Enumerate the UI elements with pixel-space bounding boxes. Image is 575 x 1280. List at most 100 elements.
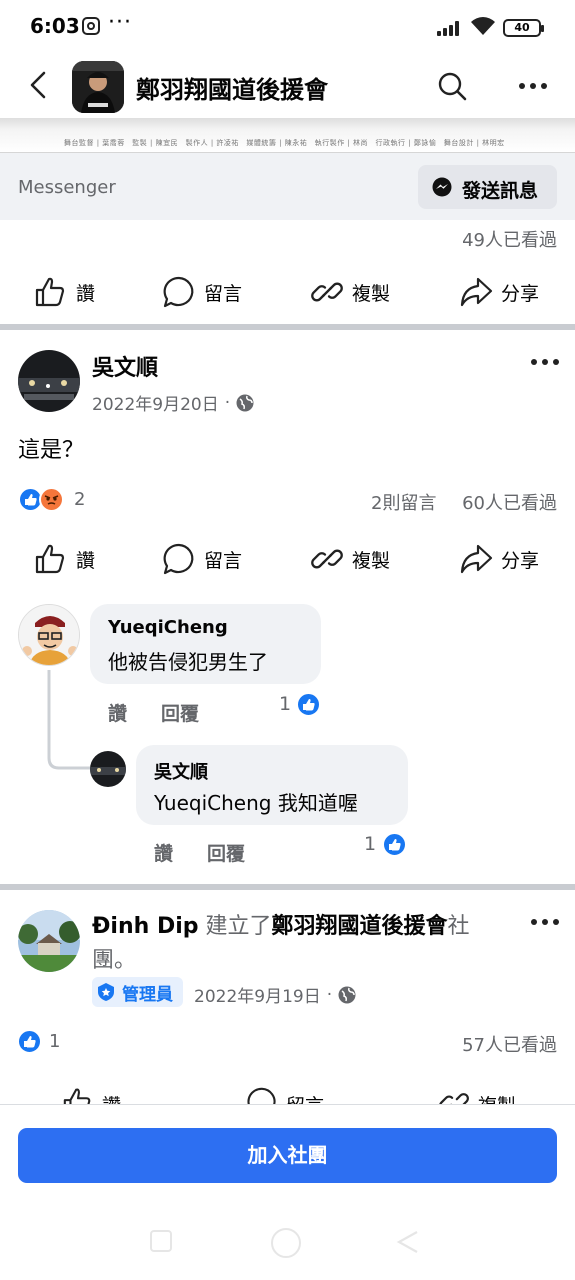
- like-button[interactable]: 讚: [34, 530, 95, 588]
- link-icon: [311, 549, 343, 569]
- reaction-count[interactable]: 2: [74, 489, 85, 510]
- like-reaction-icon: [296, 692, 321, 717]
- post-more-icon[interactable]: [530, 917, 560, 927]
- reply-author[interactable]: 吳文順: [154, 758, 208, 784]
- copy-label: 複製: [478, 1091, 516, 1104]
- post-action-bar: 讚 留言 複製 分享: [0, 263, 575, 321]
- copy-label: 複製: [352, 282, 391, 305]
- like-label: 讚: [102, 1091, 121, 1104]
- post-action-bar-clipped: 讚 留言 複製: [0, 1082, 575, 1104]
- post-author-name[interactable]: 吳文順: [92, 350, 158, 382]
- status-bar: 6:03 ··· 40: [0, 0, 575, 56]
- comment-author[interactable]: YueqiCheng: [108, 617, 228, 638]
- post-author-avatar[interactable]: [18, 350, 80, 412]
- like-button[interactable]: 讚: [34, 263, 95, 321]
- comment-text: 他被告侵犯男生了: [108, 650, 268, 674]
- thumbs-up-icon: [35, 544, 65, 574]
- like-reaction-icon[interactable]: [17, 1029, 42, 1054]
- admin-badge[interactable]: 管理員: [92, 977, 183, 1007]
- post-meta: 2022年9月20日 ·: [92, 390, 254, 415]
- comment-button[interactable]: 留言: [162, 530, 242, 588]
- copy-button[interactable]: 複製: [438, 1086, 516, 1104]
- thumbs-up-icon: [63, 1088, 91, 1104]
- send-message-label: 發送訊息: [462, 180, 539, 202]
- join-group-button[interactable]: 加入社團: [18, 1128, 557, 1183]
- post-date[interactable]: 2022年9月19日: [194, 982, 321, 1007]
- post-author-avatar[interactable]: [18, 910, 80, 972]
- send-message-button[interactable]: 發送訊息: [418, 165, 557, 209]
- share-button[interactable]: 分享: [459, 530, 539, 588]
- commenter-avatar[interactable]: [18, 604, 80, 666]
- more-options-icon[interactable]: [518, 76, 548, 96]
- search-icon[interactable]: [436, 70, 468, 102]
- reply-reply-button[interactable]: 回覆: [207, 839, 245, 866]
- link-icon: [311, 282, 343, 302]
- reply-text: YueqiCheng 我知道喔: [154, 791, 358, 815]
- like-label: 讚: [76, 549, 96, 572]
- copy-button[interactable]: 複製: [310, 263, 390, 321]
- comment-like-count[interactable]: 1: [279, 693, 291, 715]
- messenger-icon: [432, 177, 452, 197]
- group-avatar[interactable]: [72, 61, 124, 113]
- recent-apps-icon[interactable]: [150, 1230, 172, 1252]
- copy-button[interactable]: 複製: [310, 530, 390, 588]
- group-title[interactable]: 鄭羽翔國道後援會: [136, 70, 328, 105]
- reply-like-button[interactable]: 讚: [154, 839, 173, 866]
- like-label: 讚: [76, 282, 96, 305]
- wifi-icon: [471, 17, 495, 35]
- battery-icon: 40: [503, 19, 544, 37]
- meta-separator: ·: [224, 392, 231, 413]
- reply-author-avatar[interactable]: [90, 751, 126, 787]
- group-created-text: Đinh Dip 建立了鄭羽翔國道後援會社: [92, 910, 492, 944]
- share-button[interactable]: 分享: [459, 263, 539, 321]
- share-label: 分享: [501, 282, 540, 305]
- post-date[interactable]: 2022年9月20日: [92, 390, 219, 415]
- post-divider: [0, 324, 575, 330]
- comment-label: 留言: [204, 549, 243, 572]
- globe-icon: [338, 986, 356, 1003]
- post-divider: [0, 884, 575, 890]
- home-icon[interactable]: [271, 1228, 301, 1258]
- reaction-summary[interactable]: [18, 487, 78, 515]
- messenger-label: Messenger: [18, 177, 116, 198]
- post-meta: 2022年9月19日 ·: [194, 982, 356, 1007]
- signal-icon: [437, 20, 463, 36]
- reply-bubble: 吳文順 YueqiCheng 我知道喔: [136, 745, 408, 825]
- copy-label: 複製: [352, 549, 391, 572]
- reply-like-count[interactable]: 1: [364, 833, 376, 855]
- angry-reaction-icon: [39, 487, 64, 512]
- globe-icon: [236, 394, 254, 411]
- link-icon: [439, 1093, 469, 1104]
- comment-like-button[interactable]: 讚: [108, 699, 127, 726]
- created-suffix: 社: [447, 914, 470, 939]
- group-name-link[interactable]: 鄭羽翔國道後援會: [272, 914, 448, 939]
- back-arrow-icon[interactable]: [24, 70, 54, 100]
- post-view-count: 57人已看過: [462, 1035, 557, 1056]
- share-arrow-icon: [460, 277, 493, 307]
- comment-button[interactable]: 留言: [246, 1086, 324, 1104]
- post-author-name[interactable]: Đinh Dip: [92, 914, 199, 939]
- comment-count[interactable]: 2則留言: [371, 489, 436, 515]
- status-time: 6:03: [30, 14, 80, 38]
- nav-back-icon[interactable]: [395, 1229, 421, 1255]
- instagram-notification-icon: [82, 17, 100, 35]
- status-more-dots: ···: [108, 10, 132, 35]
- post-more-icon[interactable]: [530, 357, 560, 367]
- like-button[interactable]: 讚: [62, 1086, 121, 1104]
- post-action-bar: 讚 留言 複製 分享: [0, 530, 575, 588]
- comment-bubble-icon: [163, 276, 194, 308]
- created-suffix-line2: 團。: [92, 948, 137, 973]
- post-view-count: 49人已看過: [462, 230, 557, 251]
- meta-separator: ·: [326, 984, 333, 1005]
- share-label: 分享: [501, 549, 540, 572]
- cover-credits: 舞台監督 | 葉喬蓉 監製 | 陳宜民 製作人 | 許凌祐 媒體統籌 | 陳永祐…: [64, 139, 505, 147]
- reaction-count[interactable]: 1: [49, 1031, 60, 1052]
- like-reaction-icon: [382, 832, 407, 857]
- thumbs-up-icon: [35, 277, 65, 307]
- comment-reply-button[interactable]: 回覆: [161, 699, 199, 726]
- cover-photo-strip: 舞台監督 | 葉喬蓉 監製 | 陳宜民 製作人 | 許凌祐 媒體統籌 | 陳永祐…: [0, 118, 575, 152]
- admin-badge-label: 管理員: [122, 984, 173, 1005]
- comment-label: 留言: [204, 282, 243, 305]
- comment-button[interactable]: 留言: [162, 263, 242, 321]
- comment-bubble: YueqiCheng 他被告侵犯男生了: [90, 604, 321, 684]
